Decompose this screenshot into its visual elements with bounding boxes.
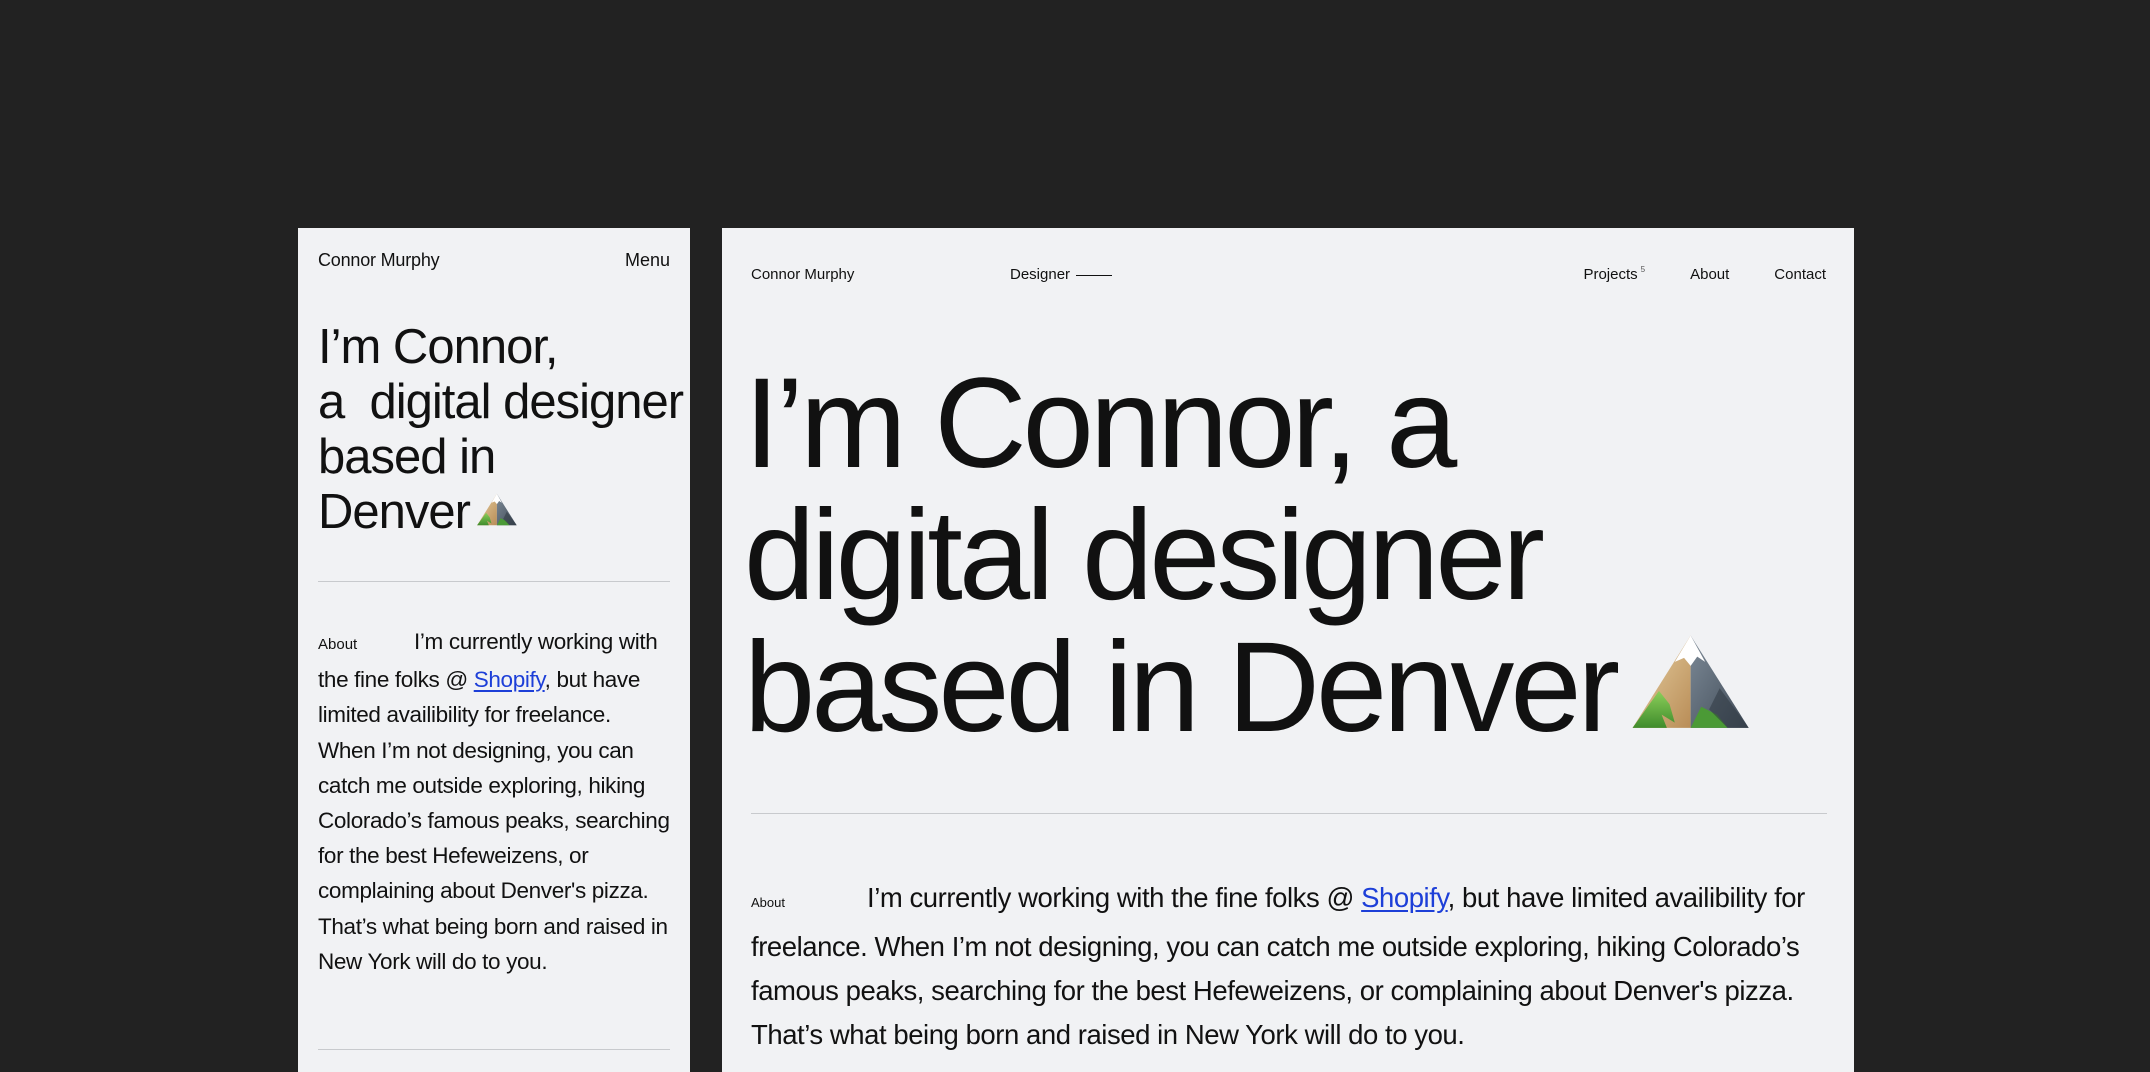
hero-line: based in	[318, 430, 496, 484]
shopify-link[interactable]: Shopify	[474, 667, 545, 692]
hero-line-last: based in Denver	[744, 622, 1844, 754]
hero-line: digital designer	[744, 484, 1545, 627]
hero-heading: I’m Connor, a digital designer based in …	[318, 320, 684, 540]
hero-line: I’m Connor, a	[744, 352, 1457, 495]
shopify-link[interactable]: Shopify	[1361, 882, 1448, 913]
hero-line-text: Denver	[318, 485, 471, 539]
about-paragraph: About I’m currently working with the fine…	[318, 624, 674, 979]
hero-line-last: Denver	[318, 485, 678, 540]
nav-projects[interactable]: Projects 5	[1583, 265, 1646, 283]
hero-line-text: based in Denver	[744, 616, 1620, 759]
mountain-icon	[1622, 629, 1754, 737]
role-dash	[1076, 274, 1113, 276]
hero-line: I’m Connor,	[318, 320, 559, 374]
about-text-rest: , but have limited availibility for free…	[318, 667, 670, 974]
about-paragraph: About I’m currently working with the fine…	[751, 876, 1831, 1057]
about-label: About	[751, 895, 785, 910]
desktop-preview: Connor Murphy Designer Projects 5 About C…	[722, 228, 1854, 1072]
about-label: About	[318, 636, 358, 653]
divider	[751, 813, 1827, 814]
site-name[interactable]: Connor Murphy	[751, 266, 854, 283]
projects-count: 5	[1640, 265, 1646, 274]
site-name[interactable]: Connor Murphy	[318, 250, 440, 271]
nav-about[interactable]: About	[1690, 266, 1729, 283]
mountain-icon	[472, 492, 520, 528]
menu-button[interactable]: Menu	[625, 250, 670, 271]
nav-contact[interactable]: Contact	[1774, 266, 1826, 283]
role-label: Designer	[1010, 266, 1113, 283]
hero-heading: I’m Connor, a digital designer based in …	[744, 358, 1844, 754]
about-text: I’m currently working with the fine folk…	[867, 882, 1362, 913]
mobile-preview: Connor Murphy Menu I’m Connor, a digital…	[298, 228, 690, 1072]
nav-projects-label: Projects	[1583, 266, 1638, 283]
hero-line: a digital designer	[318, 375, 684, 429]
role-text: Designer	[1010, 266, 1071, 283]
main-nav: Projects 5 About Contact	[1583, 265, 1826, 283]
divider	[318, 581, 670, 582]
divider	[318, 1049, 670, 1050]
